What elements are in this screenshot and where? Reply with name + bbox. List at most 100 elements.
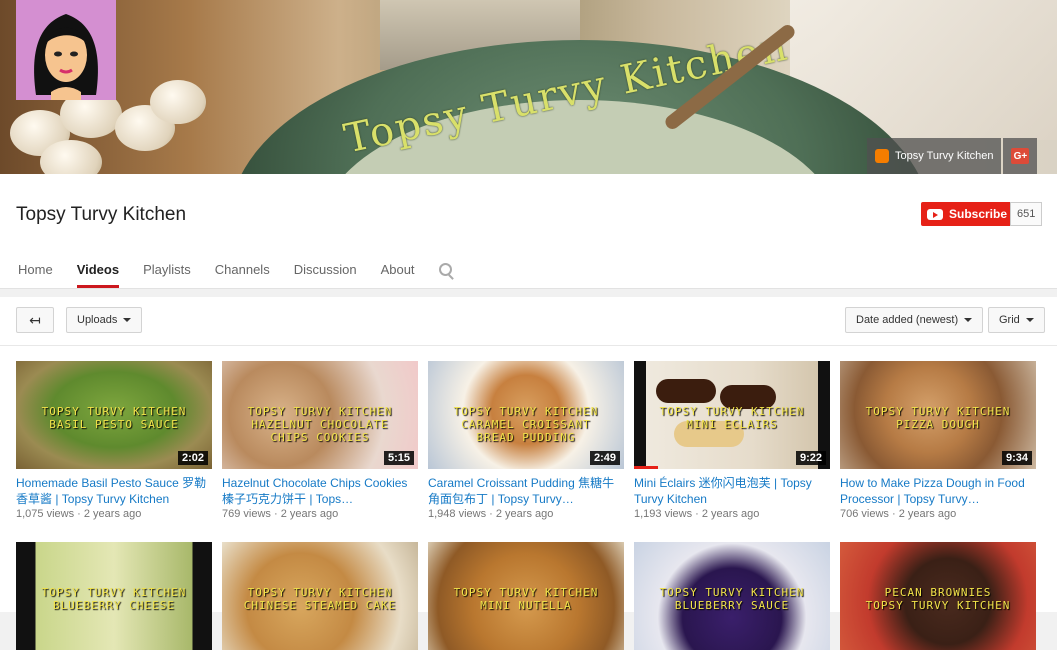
video-thumbnail[interactable]: TOPSY TURVY KITCHEN BLUEBERRY CHEESE	[16, 542, 212, 650]
thumbnail-overlay-text: TOPSY TURVY KITCHEN	[865, 599, 1011, 612]
video-card[interactable]: TOPSY TURVY KITCHEN BLUEBERRY SAUCE	[634, 542, 830, 650]
thumbnail-overlay-text: TOPSY TURVY KITCHEN	[659, 405, 805, 418]
thumbnail-overlay-text: BLUEBERRY CHEESE	[53, 599, 175, 612]
video-duration: 9:22	[795, 451, 826, 465]
thumbnail-overlay-text: CHIPS COOKIES	[270, 431, 370, 444]
thumbnail-overlay-text: MINI ECLAIRS	[686, 418, 778, 431]
banner-link-label: Topsy Turvy Kitchen	[895, 150, 994, 162]
video-title[interactable]: How to Make Pizza Dough in Food Processo…	[840, 475, 1036, 507]
video-age: 2 years ago	[898, 508, 957, 520]
search-icon	[438, 263, 452, 276]
video-title[interactable]: Homemade Basil Pesto Sauce 罗勒香草酱 | Topsy…	[16, 475, 212, 507]
video-duration: 5:15	[383, 451, 414, 465]
video-meta: 706 views · 2 years ago	[840, 508, 957, 520]
avatar-illustration-icon	[16, 0, 116, 100]
thumbnail-overlay-text: TOPSY TURVY KITCHEN	[41, 405, 187, 418]
video-card[interactable]: PECAN BROWNIES TOPSY TURVY KITCHEN	[840, 542, 1036, 650]
thumbnail-overlay-text: PECAN BROWNIES	[884, 586, 992, 599]
video-title[interactable]: Hazelnut Chocolate Chips Cookies 榛子巧克力饼干…	[222, 475, 418, 507]
video-age: 2 years ago	[83, 508, 142, 520]
video-age: 2 years ago	[280, 508, 339, 520]
channel-banner: Topsy Turvy Kitchen Topsy Turvy Kitchen …	[0, 0, 1057, 174]
video-meta: 1,075 views · 2 years ago	[16, 508, 142, 520]
thumbnail-overlay-text: TOPSY TURVY KITCHEN	[453, 586, 599, 599]
channel-title: Topsy Turvy Kitchen	[16, 204, 187, 225]
video-duration: 9:34	[1001, 451, 1032, 465]
video-thumbnail[interactable]: TOPSY TURVY KITCHEN BASIL PESTO SAUCE 2:…	[16, 361, 212, 469]
tab-discussion[interactable]: Discussion	[294, 262, 357, 288]
video-views: 769 views	[222, 508, 271, 520]
tab-home[interactable]: Home	[18, 262, 53, 288]
channel-tabs: Home Videos Playlists Channels Discussio…	[18, 262, 476, 288]
video-duration: 2:49	[589, 451, 620, 465]
subscriber-count: 651	[1010, 202, 1043, 226]
video-views: 1,948 views	[428, 508, 487, 520]
thumbnail-overlay-text: HAZELNUT CHOCOLATE	[251, 418, 389, 431]
google-plus-icon: G+	[1011, 148, 1030, 164]
back-button[interactable]: ↤	[16, 307, 54, 333]
video-meta: 769 views · 2 years ago	[222, 508, 339, 520]
video-meta: 1,948 views · 2 years ago	[428, 508, 554, 520]
thumbnail-overlay-text: TOPSY TURVY KITCHEN	[453, 405, 599, 418]
channel-header: Topsy Turvy Kitchen Subscribe 651 Home V…	[0, 174, 1057, 289]
thumbnail-overlay-text: BLUEBERRY SAUCE	[674, 599, 790, 612]
video-thumbnail[interactable]: TOPSY TURVY KITCHEN MINI ECLAIRS 9:22	[634, 361, 830, 469]
video-thumbnail[interactable]: TOPSY TURVY KITCHEN MINI NUTELLA	[428, 542, 624, 650]
thumbnail-overlay-text: BREAD PUDDING	[476, 431, 576, 444]
video-thumbnail[interactable]: TOPSY TURVY KITCHEN CARAMEL CROISSANT BR…	[428, 361, 624, 469]
thumbnail-overlay-text: BASIL PESTO SAUCE	[49, 418, 179, 431]
thumbnail-overlay-text: PIZZA DOUGH	[896, 418, 980, 431]
subscribe-button[interactable]: Subscribe	[921, 202, 1016, 226]
view-dropdown[interactable]: Grid	[988, 307, 1045, 333]
videos-panel: ↤ Uploads Date added (newest) Grid TOPSY…	[0, 297, 1057, 650]
video-age: 2 years ago	[495, 508, 554, 520]
chevron-down-icon	[964, 318, 973, 322]
videos-toolbar: ↤ Uploads Date added (newest) Grid	[0, 297, 1057, 346]
tab-playlists[interactable]: Playlists	[143, 262, 191, 288]
video-duration: 2:02	[177, 451, 208, 465]
video-thumbnail[interactable]: TOPSY TURVY KITCHEN BLUEBERRY SAUCE	[634, 542, 830, 650]
video-age: 2 years ago	[701, 508, 760, 520]
video-thumbnail[interactable]: TOPSY TURVY KITCHEN CHINESE STEAMED CAKE	[222, 542, 418, 650]
video-views: 706 views	[840, 508, 889, 520]
chevron-down-icon	[123, 318, 132, 322]
tab-channels[interactable]: Channels	[215, 262, 270, 288]
thumbnail-overlay-text: CHINESE STEAMED CAKE	[243, 599, 397, 612]
video-card[interactable]: TOPSY TURVY KITCHEN MINI NUTELLA	[428, 542, 624, 650]
back-arrow-icon: ↤	[29, 311, 41, 328]
video-card[interactable]: TOPSY TURVY KITCHEN PIZZA DOUGH 9:34 How…	[840, 361, 1036, 520]
blogger-icon	[875, 149, 889, 163]
video-card[interactable]: TOPSY TURVY KITCHEN BASIL PESTO SAUCE 2:…	[16, 361, 212, 520]
video-card[interactable]: TOPSY TURVY KITCHEN MINI ECLAIRS 9:22 Mi…	[634, 361, 830, 520]
video-thumbnail[interactable]: TOPSY TURVY KITCHEN HAZELNUT CHOCOLATE C…	[222, 361, 418, 469]
thumbnail-overlay-text: TOPSY TURVY KITCHEN	[247, 586, 393, 599]
video-meta: 1,193 views · 2 years ago	[634, 508, 760, 520]
video-card[interactable]: TOPSY TURVY KITCHEN HAZELNUT CHOCOLATE C…	[222, 361, 418, 520]
watch-progress-bar	[634, 466, 658, 469]
tab-videos[interactable]: Videos	[76, 262, 120, 288]
thumbnail-overlay-text: MINI NUTELLA	[480, 599, 572, 612]
video-thumbnail[interactable]: TOPSY TURVY KITCHEN PIZZA DOUGH 9:34	[840, 361, 1036, 469]
thumbnail-overlay-text: TOPSY TURVY KITCHEN	[247, 405, 393, 418]
chevron-down-icon	[1025, 318, 1034, 322]
video-views: 1,075 views	[16, 508, 75, 520]
tab-about[interactable]: About	[381, 262, 415, 288]
video-title[interactable]: Caramel Croissant Pudding 焦糖牛角面包布丁 | Top…	[428, 475, 624, 507]
sort-dropdown[interactable]: Date added (newest)	[845, 307, 984, 333]
view-label: Grid	[999, 314, 1020, 326]
video-card[interactable]: TOPSY TURVY KITCHEN CHINESE STEAMED CAKE	[222, 542, 418, 650]
banner-link-gplus[interactable]: G+	[1003, 138, 1038, 174]
youtube-play-icon	[927, 208, 943, 220]
uploads-label: Uploads	[77, 314, 118, 326]
uploads-dropdown[interactable]: Uploads	[66, 307, 143, 333]
video-views: 1,193 views	[634, 508, 693, 520]
video-card[interactable]: TOPSY TURVY KITCHEN CARAMEL CROISSANT BR…	[428, 361, 624, 520]
tab-search[interactable]	[438, 262, 452, 288]
banner-link-blog[interactable]: Topsy Turvy Kitchen	[867, 138, 1002, 174]
video-card[interactable]: TOPSY TURVY KITCHEN BLUEBERRY CHEESE	[16, 542, 212, 650]
channel-avatar[interactable]	[16, 0, 116, 100]
sort-label: Date added (newest)	[856, 314, 959, 326]
video-title[interactable]: Mini Éclairs 迷你闪电泡芙 | Topsy Turvy Kitche…	[634, 475, 830, 507]
video-thumbnail[interactable]: PECAN BROWNIES TOPSY TURVY KITCHEN	[840, 542, 1036, 650]
thumbnail-overlay-text: TOPSY TURVY KITCHEN	[865, 405, 1011, 418]
